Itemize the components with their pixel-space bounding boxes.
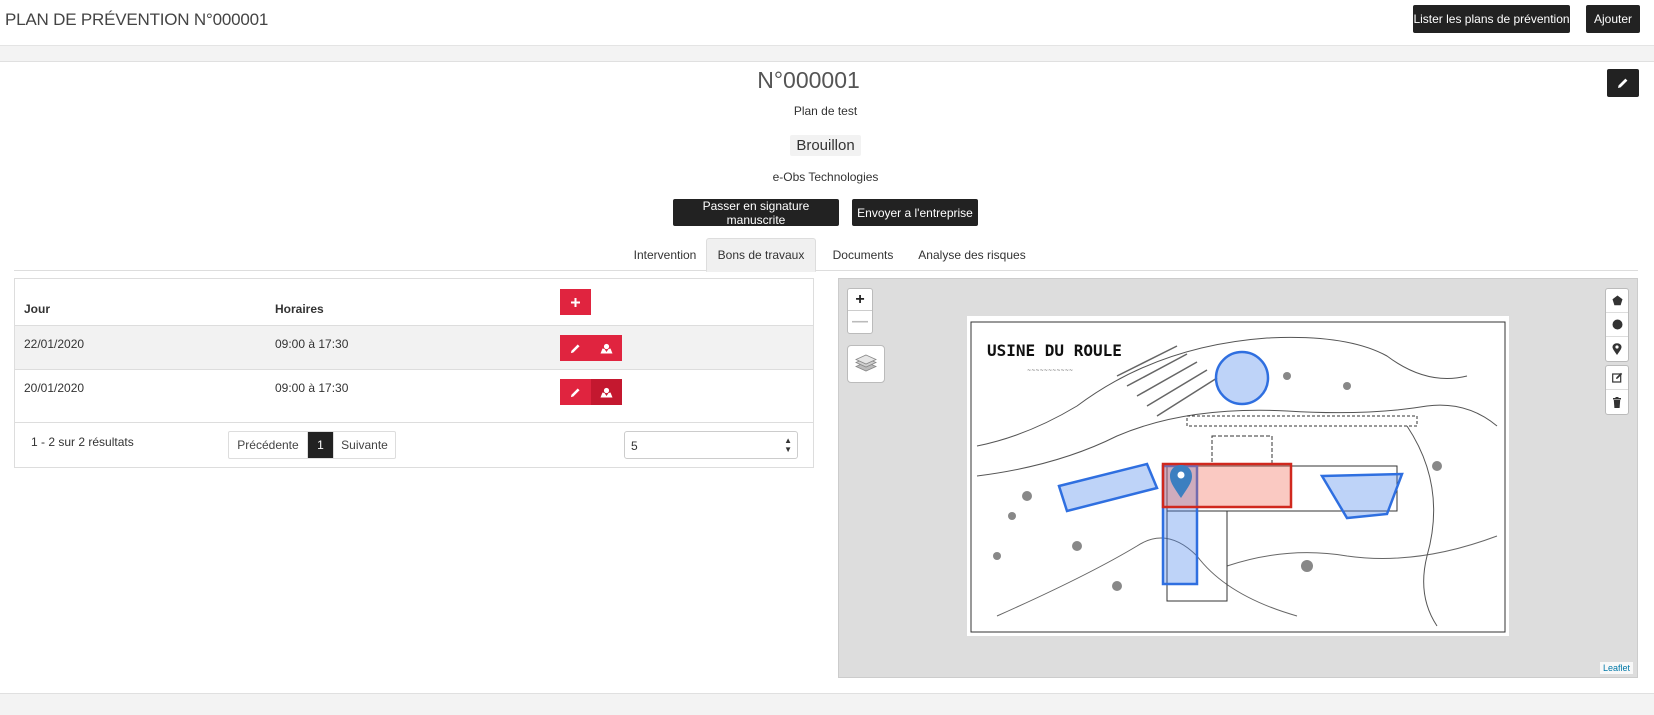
cell-jour: 20/01/2020: [24, 381, 85, 395]
map-marker-icon: [600, 387, 613, 397]
send-to-company-button[interactable]: Envoyer a l'entreprise: [852, 199, 978, 226]
plan-title: USINE DU ROULE: [987, 341, 1122, 360]
table-footer: 1 - 2 sur 2 résultats Précédente 1 Suiva…: [15, 422, 813, 468]
page-size-select[interactable]: 5 ▲ ▼: [624, 431, 798, 459]
map-row-button[interactable]: [591, 335, 622, 361]
polygon-icon: [1612, 295, 1622, 306]
plan-panel: N°000001 Plan de test Brouillon e-Obs Te…: [0, 61, 1654, 694]
edit-row-button[interactable]: [560, 379, 591, 405]
cell-horaires: 09:00 à 17:30: [275, 337, 349, 351]
circle-icon: [1612, 319, 1622, 330]
pencil-icon: [1618, 78, 1628, 88]
tab-documents[interactable]: Documents: [823, 238, 903, 271]
draw-polygon-button[interactable]: [1606, 289, 1628, 313]
edit-layers-button[interactable]: [1606, 366, 1628, 390]
delete-layers-button[interactable]: [1606, 390, 1628, 414]
plus-icon: [571, 297, 580, 307]
add-button[interactable]: Ajouter: [1586, 5, 1640, 33]
edit-row-button[interactable]: [560, 335, 591, 361]
map-view[interactable]: USINE DU ROULE ~~~~~~~~~~~ + — Leaflet: [838, 278, 1638, 678]
column-header-horaires: Horaires: [275, 302, 324, 316]
column-header-jour: Jour: [24, 302, 51, 316]
edit-toolbar: [1605, 365, 1629, 415]
trash-icon: [1613, 396, 1621, 408]
leaflet-attribution-link[interactable]: Leaflet: [1599, 662, 1633, 674]
site-plan-drawing: USINE DU ROULE ~~~~~~~~~~~: [970, 321, 1506, 633]
draw-circle-button[interactable]: [1606, 313, 1628, 337]
cell-jour: 22/01/2020: [24, 337, 85, 351]
tab-bons-de-travaux[interactable]: Bons de travaux: [706, 238, 816, 272]
pencil-icon: [570, 343, 580, 353]
table-row: 22/01/2020 09:00 à 17:30: [15, 325, 813, 369]
zoom-out-button[interactable]: —: [848, 311, 872, 333]
table-row: 20/01/2020 09:00 à 17:30: [15, 369, 813, 413]
draw-marker-button[interactable]: [1606, 337, 1628, 361]
edit-icon: [1611, 372, 1622, 383]
draw-toolbar: [1605, 288, 1629, 362]
add-row-button[interactable]: [560, 289, 591, 315]
work-orders-table: Jour Horaires 22/01/2020 09:00 à 17:30 2…: [14, 278, 814, 468]
zoom-in-button[interactable]: +: [848, 289, 872, 311]
svg-text:~~~~~~~~~~~: ~~~~~~~~~~~: [1027, 368, 1073, 374]
edit-plan-button[interactable]: [1607, 69, 1639, 97]
top-bar: PLAN DE PRÉVENTION N°000001 Lister les p…: [0, 0, 1654, 46]
company-name: e-Obs Technologies: [772, 170, 879, 184]
current-page-button[interactable]: 1: [308, 432, 333, 458]
results-count: 1 - 2 sur 2 résultats: [31, 435, 134, 449]
layers-icon: [855, 354, 877, 372]
handwritten-signature-button[interactable]: Passer en signature manuscrite: [673, 199, 839, 227]
previous-page-button[interactable]: Précédente: [229, 432, 308, 458]
marker-icon: [1612, 343, 1622, 355]
layers-button[interactable]: [847, 345, 885, 383]
zoom-control: + —: [847, 288, 873, 334]
tab-bar: Intervention Bons de travaux Documents A…: [14, 238, 1638, 272]
status-badge: Brouillon: [790, 135, 861, 156]
plan-number: N°000001: [757, 67, 860, 93]
map-marker-icon: [600, 343, 613, 353]
map-row-button[interactable]: [591, 379, 622, 405]
next-page-button[interactable]: Suivante: [333, 432, 395, 458]
pagination: Précédente 1 Suivante: [228, 431, 396, 459]
page-title: PLAN DE PRÉVENTION N°000001: [5, 10, 269, 29]
tab-intervention[interactable]: Intervention: [618, 238, 712, 271]
site-plan-image: USINE DU ROULE ~~~~~~~~~~~: [967, 316, 1509, 636]
select-arrows-icon: ▲ ▼: [784, 436, 792, 454]
tab-analyse-des-risques[interactable]: Analyse des risques: [911, 238, 1033, 271]
page-size-value: 5: [631, 439, 638, 453]
pencil-icon: [570, 387, 580, 397]
cell-horaires: 09:00 à 17:30: [275, 381, 349, 395]
plan-label: Plan de test: [793, 104, 858, 118]
list-plans-button[interactable]: Lister les plans de prévention: [1413, 5, 1570, 33]
